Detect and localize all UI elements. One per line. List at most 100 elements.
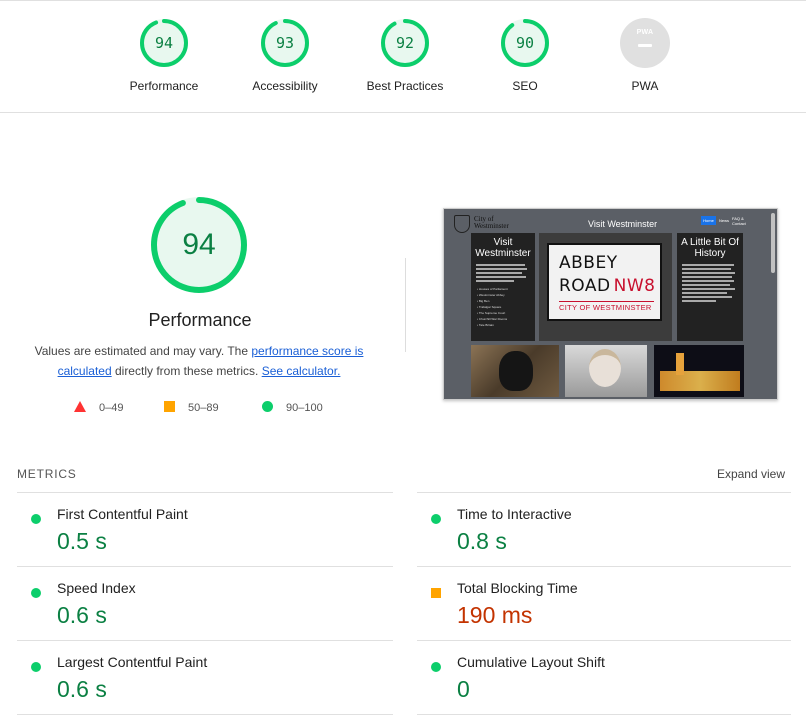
thumbnail-scrollbar (771, 213, 775, 273)
metric-name: First Contentful Paint (57, 506, 188, 522)
metric-value: 0.5 s (57, 528, 107, 554)
metrics-divider (17, 640, 393, 641)
gauge-seo[interactable]: 90 SEO (465, 18, 585, 93)
metric-value: 190 ms (457, 602, 533, 628)
performance-score: 94 (182, 228, 216, 261)
gauge-score: 92 (395, 34, 415, 52)
metric-value: 0.6 s (57, 676, 107, 702)
site-nav-faq: FAQ & Contact (732, 216, 746, 226)
site-title: Visit Westminster (588, 219, 658, 229)
attractions-list: Houses of Parliament Westminster Abbey B… (477, 286, 535, 328)
gauge-label: Performance (129, 79, 199, 93)
street-sign: ABBEY ROAD NW8 CITY OF WESTMINSTER (547, 243, 662, 321)
desc-text: directly from these metrics. (111, 364, 262, 378)
gauge-best-practices[interactable]: 92 Best Practices (345, 18, 465, 93)
gauge-score: 90 (515, 34, 535, 52)
sign-road: ROAD (559, 276, 611, 296)
gauge-ring: 92 (380, 18, 430, 68)
metric-name: Largest Contentful Paint (57, 654, 208, 670)
legend-range: 90–100 (286, 402, 323, 414)
metrics-divider (417, 640, 791, 641)
site-card-history: A Little Bit Of History (677, 233, 743, 341)
card-text-lines (682, 264, 738, 302)
legend-fail: 0–49 (74, 401, 123, 414)
site-nav-news: News (719, 218, 730, 223)
pwa-badge-text: PWA (636, 29, 654, 36)
pass-indicator-icon (431, 510, 441, 528)
portrait-photo (565, 345, 647, 397)
site-nav-home: Home (701, 216, 716, 225)
sign-divider (559, 301, 654, 302)
nav-line: Contact (732, 221, 746, 226)
dog-shape (499, 351, 533, 391)
final-screenshot[interactable]: City of Westminster Visit Westminster Ho… (443, 208, 778, 400)
metric-name: Time to Interactive (457, 506, 572, 522)
sign-code: NW8 (613, 276, 656, 296)
metrics-divider (417, 566, 791, 567)
dog-photo (471, 345, 559, 397)
card-title: A Little Bit Of History (681, 237, 739, 259)
gauge-label: Accessibility (252, 79, 318, 93)
gauge-label: Best Practices (366, 79, 444, 93)
metric-value: 0 (457, 676, 470, 702)
pass-indicator-icon (431, 658, 441, 676)
metrics-divider (17, 492, 393, 493)
pass-indicator-icon (31, 658, 41, 676)
pwa-dash (638, 44, 652, 47)
gauge-pwa[interactable]: PWA PWA (585, 18, 705, 93)
metric-name: Speed Index (57, 580, 136, 596)
card-text-lines (476, 264, 530, 282)
gauge-score: 93 (275, 34, 295, 52)
gauge-label: PWA (631, 79, 659, 93)
see-calculator-link[interactable]: See calculator. (262, 364, 341, 378)
legend-range: 0–49 (99, 402, 124, 414)
category-gauges-bar: 94 Performance 93 Accessibility 92 Best … (0, 0, 806, 113)
metrics-divider (417, 492, 791, 493)
tower-shape (676, 353, 684, 375)
gauge-ring: 93 (260, 18, 310, 68)
card-title: Visit Westminster (475, 237, 531, 259)
sign-line: ABBEY (559, 253, 618, 273)
metrics-heading: METRICS (17, 467, 77, 481)
pwa-badge-icon: PWA (620, 18, 670, 68)
metrics-divider (417, 714, 791, 715)
abbey-road-sign-image: ABBEY ROAD NW8 CITY OF WESTMINSTER (539, 233, 672, 341)
site-header: City of Westminster Visit Westminster Ho… (448, 213, 771, 235)
sign-city: CITY OF WESTMINSTER (559, 303, 652, 312)
triangle-icon (74, 401, 86, 412)
vertical-divider (405, 258, 406, 352)
parliament-night-photo (654, 345, 744, 397)
gauge-performance[interactable]: 94 Performance (104, 18, 224, 93)
gauge-score: 94 (154, 34, 174, 52)
pass-indicator-icon (31, 584, 41, 602)
average-indicator-icon (431, 584, 441, 602)
gauge-ring: 90 (500, 18, 550, 68)
building-shape (660, 371, 740, 391)
legend-range: 50–89 (188, 402, 219, 414)
site-card-visit: Visit Westminster Houses of Parliament W… (471, 233, 535, 341)
list-item: Tate Britain (477, 322, 535, 328)
performance-title: Performance (148, 310, 252, 330)
square-icon (164, 401, 175, 412)
desc-text: Values are estimated and may vary. The (34, 344, 252, 358)
metric-name: Total Blocking Time (457, 580, 578, 596)
site-logo: City of Westminster (474, 216, 509, 230)
expand-view-toggle[interactable]: Expand view (717, 467, 785, 481)
crest-icon (454, 215, 470, 233)
legend-pass: 90–100 (262, 401, 323, 414)
gauge-accessibility[interactable]: 93 Accessibility (225, 18, 345, 93)
legend-average: 50–89 (164, 401, 219, 414)
logo-line: Westminster (474, 222, 509, 230)
gauge-ring: 94 (139, 18, 189, 68)
metric-value: 0.8 s (457, 528, 507, 554)
metric-name: Cumulative Layout Shift (457, 654, 605, 670)
performance-score-gauge: 94 (150, 196, 248, 294)
sign-line: ROAD NW8 (559, 276, 655, 296)
performance-description: Values are estimated and may vary. The p… (24, 341, 374, 381)
face-shape (589, 349, 621, 387)
metric-value: 0.6 s (57, 602, 107, 628)
gauge-label: SEO (512, 79, 538, 93)
circle-icon (262, 401, 273, 412)
metrics-divider (17, 566, 393, 567)
metrics-divider (17, 714, 393, 715)
